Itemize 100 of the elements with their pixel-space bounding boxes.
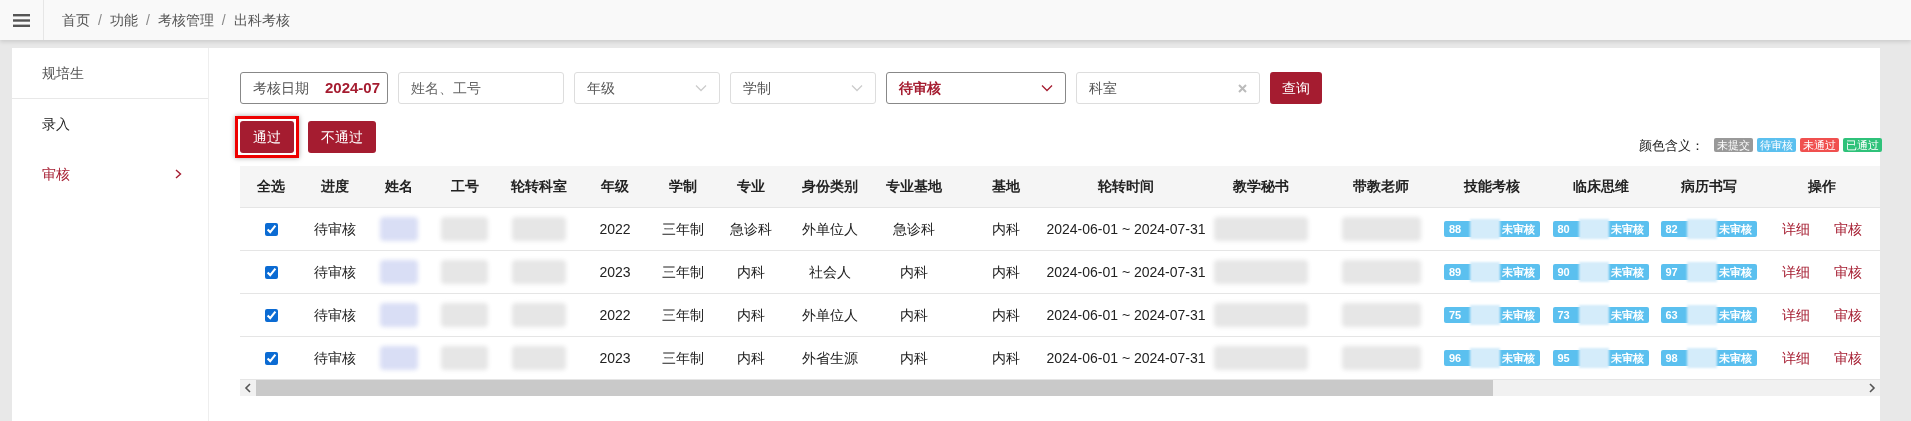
breadcrumb-link[interactable]: 首页 (62, 9, 90, 31)
column-header[interactable]: 年级 (601, 176, 629, 197)
column-header[interactable]: 姓名 (384, 176, 413, 197)
table-cell-text: 三年制 (662, 262, 704, 282)
scrollbar-thumb[interactable] (256, 380, 1493, 396)
score-badge: 97 未审核 (1660, 264, 1757, 280)
table-cell-text: 社会人 (808, 262, 851, 282)
column-header[interactable]: 技能考核 (1464, 176, 1520, 197)
redacted-block (379, 303, 418, 327)
column-header[interactable]: 操作 (1808, 176, 1836, 197)
dropdown[interactable]: 科室 (1076, 72, 1260, 104)
sidebar-title: 规培生 (12, 48, 208, 99)
date-field[interactable]: 考核日期 2024-07 (240, 72, 388, 104)
checkbox[interactable] (264, 351, 278, 365)
table-cell-text: 2024-06-01 ~ 2024-07-31 (1046, 219, 1206, 239)
table-cell-text: 2024-06-01 ~ 2024-07-31 (1046, 348, 1206, 368)
row-action-link[interactable]: 详细 (1782, 347, 1810, 369)
table-cell-text: 内科 (900, 348, 928, 368)
checkbox[interactable] (264, 308, 278, 322)
table-cell-text: 内科 (900, 262, 928, 282)
redacted-block (379, 260, 418, 284)
table-cell-text: 待审核 (313, 262, 356, 282)
column-header[interactable]: 全选 (257, 176, 285, 197)
checkbox[interactable] (264, 222, 278, 236)
legend-tag: 待审核 (1757, 138, 1796, 153)
redacted-block (512, 260, 566, 284)
table-cell-text: 内科 (992, 262, 1020, 282)
table-cell-text: 内科 (737, 348, 765, 368)
search-field[interactable]: 姓名、工号 (398, 72, 564, 104)
table-cell-text: 急诊科 (893, 219, 935, 239)
score-badge: 75 未审核 (1444, 307, 1540, 323)
column-header[interactable]: 基地 (992, 176, 1020, 197)
row-action-link[interactable]: 详细 (1782, 218, 1810, 240)
column-header[interactable]: 专业基地 (886, 176, 942, 197)
score-badge: 82 未审核 (1660, 221, 1757, 237)
table-cell-text: 待审核 (313, 305, 356, 325)
table-cell-text: 2024-06-01 ~ 2024-07-31 (1046, 262, 1206, 282)
column-header[interactable]: 轮转科室 (511, 176, 567, 197)
column-header[interactable]: 进度 (320, 176, 349, 197)
column-header[interactable]: 工号 (450, 176, 479, 197)
column-header[interactable]: 带教老师 (1353, 176, 1409, 197)
dropdown[interactable]: 学制 (730, 72, 876, 104)
dropdown[interactable]: 待审核 (886, 72, 1066, 104)
legend-label: 颜色含义： (1639, 136, 1704, 155)
caret-icon (695, 84, 707, 92)
score-badge: 73 未审核 (1552, 307, 1649, 323)
action-button[interactable]: 通过 (240, 121, 294, 153)
legend-tag: 未通过 (1800, 138, 1839, 153)
table-cell-text: 内科 (900, 305, 928, 325)
redacted-block (441, 217, 488, 241)
checkbox[interactable] (264, 265, 278, 279)
table-cell-text: 内科 (737, 262, 765, 282)
breadcrumb-separator: / (98, 10, 102, 30)
sidebar-item[interactable]: 录入 (12, 99, 208, 149)
table-cell-text: 2023 (599, 262, 631, 282)
action-button[interactable]: 不通过 (308, 121, 376, 153)
legend-tag: 未提交 (1714, 138, 1753, 153)
legend-tag: 已通过 (1843, 138, 1882, 153)
row-action-link[interactable]: 审核 (1834, 218, 1862, 240)
table-cell-text: 三年制 (662, 219, 704, 239)
dropdown[interactable]: 年级 (574, 72, 720, 104)
column-header[interactable]: 教学秘书 (1233, 176, 1289, 197)
menu-icon[interactable] (13, 13, 30, 27)
column-header[interactable]: 轮转时间 (1098, 176, 1154, 197)
row-action-link[interactable]: 详细 (1782, 261, 1810, 283)
column-header[interactable]: 临床思维 (1572, 176, 1629, 197)
column-header[interactable]: 学制 (669, 176, 697, 197)
table-cell-text: 待审核 (313, 219, 356, 239)
row-action-link[interactable]: 审核 (1834, 261, 1862, 283)
column-header[interactable]: 病历书写 (1680, 176, 1737, 197)
redacted-block (379, 346, 418, 370)
table-cell-text: 三年制 (662, 348, 704, 368)
row-action-link[interactable]: 审核 (1834, 347, 1862, 369)
redacted-block (441, 303, 488, 327)
table-cell-text: 2022 (599, 219, 631, 239)
score-badge: 89 未审核 (1444, 264, 1540, 280)
redacted-block (441, 260, 488, 284)
table-cell-text: 内科 (992, 219, 1020, 239)
horizontal-scrollbar[interactable] (240, 380, 1880, 396)
table-cell-text: 急诊科 (730, 219, 772, 239)
score-badge: 63 未审核 (1660, 307, 1757, 323)
table-cell-text: 三年制 (662, 305, 704, 325)
table-cell-text: 外单位人 (801, 305, 858, 325)
row-action-link[interactable]: 详细 (1782, 304, 1810, 326)
column-header[interactable]: 专业 (737, 176, 765, 197)
breadcrumb-link[interactable]: 出科考核 (233, 9, 290, 31)
table-cell-text: 2022 (599, 305, 631, 325)
score-badge: 96 未审核 (1444, 350, 1540, 366)
search-button[interactable]: 查询 (1270, 72, 1322, 104)
table-cell-text: 2024-06-01 ~ 2024-07-31 (1046, 305, 1206, 325)
score-badge: 98 未审核 (1660, 350, 1757, 366)
breadcrumb-link[interactable]: 考核管理 (157, 9, 214, 31)
table-cell-text: 外省生源 (801, 348, 858, 368)
caret-icon (851, 84, 863, 92)
sidebar-item[interactable]: 审核 (12, 149, 208, 199)
breadcrumb-link[interactable]: 功能 (109, 9, 138, 31)
table-cell-text: 内科 (737, 305, 765, 325)
column-header[interactable]: 身份类别 (801, 176, 858, 197)
redacted-block (512, 217, 566, 241)
row-action-link[interactable]: 审核 (1834, 304, 1862, 326)
